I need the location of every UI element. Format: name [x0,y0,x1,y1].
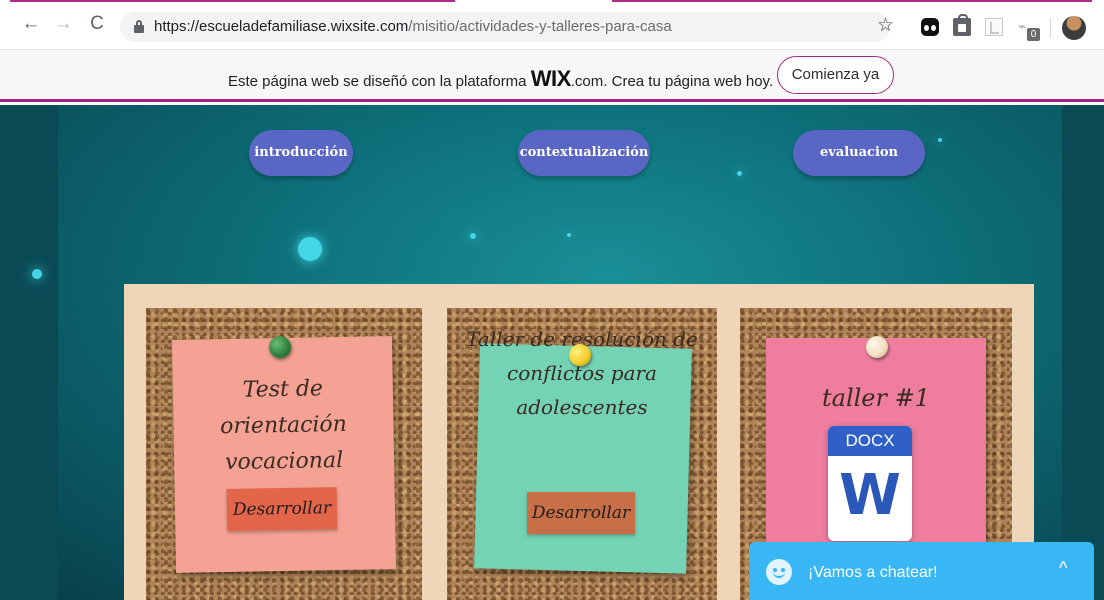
comienza-ya-button[interactable]: Comienza ya [777,56,894,94]
back-arrow-icon[interactable]: ← [18,10,44,38]
cork-panel-1: Test de orientación vocacional Desarroll… [146,308,422,600]
desarrollar-button-1[interactable]: Desarrollar [226,487,338,532]
right-background-strip [1062,105,1104,600]
docx-file-icon[interactable]: DOCX W [828,426,912,541]
smiley-chat-icon [766,559,792,585]
counter-extension-icon[interactable]: ⌁ 0 [1018,18,1042,41]
reload-icon[interactable]: C [84,10,110,38]
chat-widget[interactable]: ¡Vamos a chatear! ^ [749,542,1094,600]
cork-panel-2: Taller de resolución de conflictos para … [447,308,717,600]
sticky-note-1: Test de orientación vocacional Desarroll… [171,336,397,573]
shopping-bag-extension-icon[interactable] [953,14,971,36]
chevron-up-icon[interactable]: ^ [1059,558,1067,579]
bokeh-dot [938,138,942,142]
bookmark-star-icon[interactable]: ☆ [877,16,894,36]
extension-badge: 0 [1027,28,1040,41]
wix-text-before: Este página web se diseñó con la platafo… [228,73,531,90]
toolbar-divider [1050,18,1051,38]
chat-label: ¡Vamos a chatear! [808,564,938,581]
bokeh-dot [567,233,571,237]
profile-avatar[interactable] [1062,16,1086,40]
yellow-pushpin-icon [569,344,591,366]
wix-banner-text: Este página web se diseñó con la platafo… [228,66,773,92]
pdf-extension-icon[interactable] [985,18,1003,36]
card-1-title: Test de orientación vocacional [219,376,348,476]
word-letter-icon: W [839,463,901,528]
wix-text-after: . Crea tu página web hoy. [603,73,774,90]
desarrollar-button-2[interactable]: Desarrollar [527,492,635,534]
url-host: https://escueladefamiliase.wixsite.com [154,18,409,35]
docx-label: DOCX [828,426,912,456]
browser-toolbar: ← → C https://escueladefamiliase.wixsite… [0,2,1104,50]
nav-evaluacion[interactable]: evaluacion [793,130,925,176]
bokeh-dot [470,233,476,239]
card-3-title: taller #1 [822,384,930,412]
wix-ad-banner: Este página web se diseñó con la platafo… [0,50,1104,102]
wix-logo: WIX [530,66,572,91]
site-page: introducción contextualización evaluacio… [0,105,1104,600]
panda-extension-icon[interactable] [921,18,939,36]
cream-pushpin-icon [866,336,888,358]
bokeh-dot [737,171,742,176]
bokeh-dot [32,269,42,279]
bokeh-dot [298,237,322,261]
url-text[interactable]: https://escueladefamiliase.wixsite.com/m… [154,18,672,35]
lock-icon [134,20,144,33]
wix-logo-suffix: .com [570,73,604,90]
address-bar[interactable]: https://escueladefamiliase.wixsite.com/m… [120,12,890,42]
forward-arrow-icon[interactable]: → [50,10,76,38]
nav-introduccion[interactable]: introducción [249,130,353,176]
left-background-strip [0,105,58,600]
card-2-title: Taller de resolución de conflictos para … [466,327,698,419]
extension-glyph: ⌁ [1018,18,1027,34]
url-path: /misitio/actividades-y-talleres-para-cas… [408,18,672,35]
green-pushpin-icon [269,336,291,358]
nav-contextualizacion[interactable]: contextualización [518,130,650,176]
